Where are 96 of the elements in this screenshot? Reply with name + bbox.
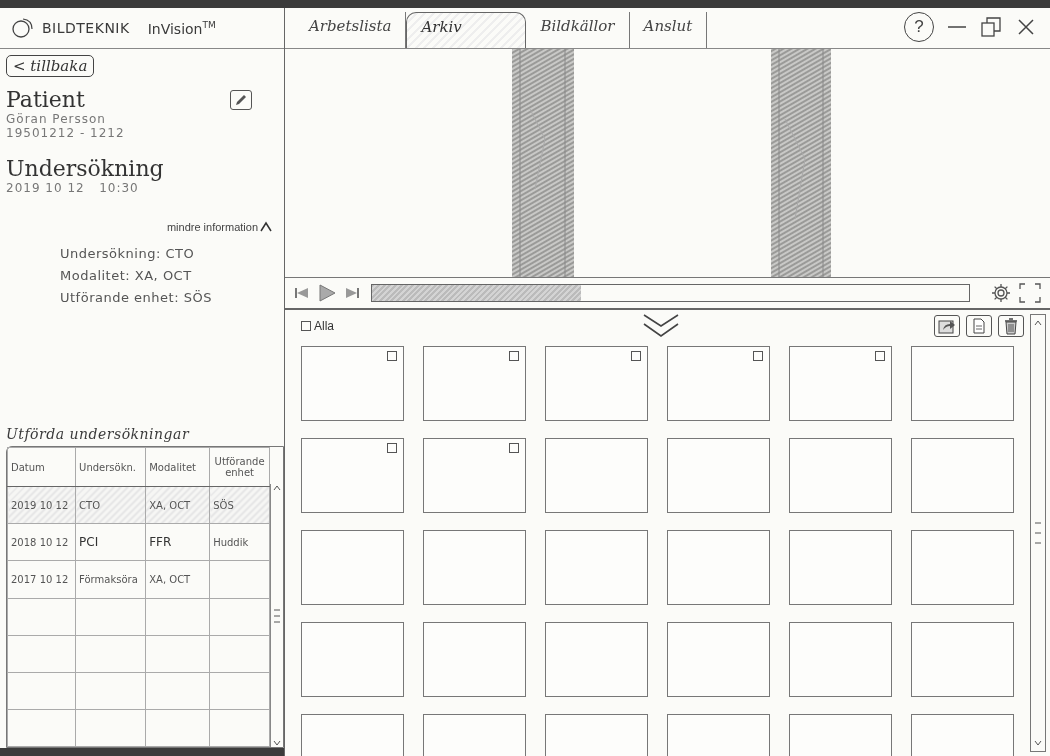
document-button[interactable] xyxy=(966,315,992,337)
next-icon xyxy=(343,286,361,300)
fullscreen-button[interactable] xyxy=(1018,282,1042,304)
thumbnail[interactable] xyxy=(789,346,892,421)
table-row[interactable]: 2019 10 12 CTO XA, OCT SÖS xyxy=(7,486,270,524)
restore-icon xyxy=(980,16,1002,38)
scroll-down-icon[interactable] xyxy=(272,739,282,747)
section-title: Utförda undersökningar xyxy=(6,426,191,442)
close-icon xyxy=(1016,17,1036,37)
table-cell: 2018 10 12 xyxy=(7,523,76,561)
table-row[interactable]: 2018 10 12 PCI FFR Huddik xyxy=(7,523,270,561)
thumbnail-checkbox[interactable] xyxy=(875,351,885,361)
thumbnail[interactable] xyxy=(423,346,526,421)
play-button[interactable] xyxy=(317,283,337,303)
thumbnail[interactable] xyxy=(301,530,404,605)
column-header: Datum xyxy=(7,447,76,487)
thumbnail[interactable] xyxy=(301,438,404,513)
thumbnail[interactable] xyxy=(911,438,1014,513)
thumbnail-checkbox[interactable] xyxy=(753,351,763,361)
back-button[interactable]: < tillbaka xyxy=(6,55,95,77)
previous-button[interactable] xyxy=(293,286,311,300)
thumbnail[interactable] xyxy=(789,438,892,513)
thumbnail[interactable] xyxy=(423,622,526,697)
thumbnail-checkbox[interactable] xyxy=(387,351,397,361)
table-cell: XA, OCT xyxy=(145,560,210,599)
thumbnail[interactable] xyxy=(545,622,648,697)
next-button[interactable] xyxy=(343,286,361,300)
examination-datetime: 2019 10 12 10:30 xyxy=(6,181,140,195)
thumbnail[interactable] xyxy=(545,530,648,605)
collapse-button[interactable] xyxy=(641,312,681,340)
close-button[interactable] xyxy=(1016,17,1036,37)
fullscreen-icon xyxy=(1018,282,1042,304)
column-header: Undersökn. xyxy=(75,447,146,487)
previous-icon xyxy=(293,286,311,300)
column-header: Utförande enhet xyxy=(209,447,270,487)
trash-button[interactable] xyxy=(998,315,1024,337)
thumbnail[interactable] xyxy=(667,346,770,421)
thumbnail-checkbox[interactable] xyxy=(387,443,397,453)
brand-name: BILDTEKNIK xyxy=(42,20,130,36)
detail-line: Undersökning: CTO xyxy=(60,245,196,263)
patient-name: Göran Persson xyxy=(6,112,107,126)
table-cell: Förmaksöra xyxy=(75,560,146,599)
logo-icon xyxy=(10,17,36,39)
pencil-icon xyxy=(234,92,248,107)
play-icon xyxy=(317,283,337,303)
detail-line: Modalitet: XA, OCT xyxy=(60,267,193,285)
scroll-up-icon[interactable] xyxy=(272,484,282,492)
less-info-toggle[interactable]: mindre information xyxy=(166,221,272,233)
thumbnail[interactable] xyxy=(911,346,1014,421)
thumbnail[interactable] xyxy=(423,438,526,513)
tab[interactable]: Arkiv xyxy=(406,12,527,48)
column-header: Modalitet xyxy=(145,447,210,487)
restore-button[interactable] xyxy=(980,16,1002,38)
thumbnail[interactable] xyxy=(911,622,1014,697)
thumbnail[interactable] xyxy=(667,530,770,605)
thumbnail[interactable] xyxy=(545,438,648,513)
document-icon xyxy=(972,318,986,334)
table-cell: FFR xyxy=(145,523,210,561)
table-cell: 2017 10 12 xyxy=(7,560,76,599)
table-cell: PCI xyxy=(75,523,146,561)
edit-button[interactable] xyxy=(230,89,252,110)
tab[interactable]: Bildkällor xyxy=(526,12,630,48)
export-button[interactable] xyxy=(934,315,960,337)
double-chevron-icon xyxy=(641,312,681,340)
table-cell: Huddik xyxy=(209,523,270,561)
settings-icon xyxy=(990,282,1012,304)
table-row[interactable]: 2017 10 12 Förmaksöra XA, OCT xyxy=(7,560,270,599)
detail-line: Utförande enhet: SÖS xyxy=(60,289,213,307)
thumbnail[interactable] xyxy=(301,622,404,697)
table-cell: XA, OCT xyxy=(145,486,210,524)
thumbnail[interactable] xyxy=(789,622,892,697)
thumbnail-checkbox[interactable] xyxy=(631,351,641,361)
table-cell: CTO xyxy=(75,486,146,524)
thumbnail[interactable] xyxy=(911,530,1014,605)
thumbnail[interactable] xyxy=(301,346,404,421)
settings-button[interactable] xyxy=(990,282,1012,304)
thumbnail[interactable] xyxy=(667,622,770,697)
thumbnail[interactable] xyxy=(789,530,892,605)
trash-icon xyxy=(1004,317,1018,335)
select-all-checkbox[interactable]: Alla xyxy=(301,319,334,333)
scroll-down-icon[interactable] xyxy=(1033,739,1043,747)
export-icon xyxy=(938,318,956,334)
minimize-icon xyxy=(948,26,966,28)
patient-heading: Patient xyxy=(6,87,85,112)
examination-heading: Undersökning xyxy=(6,156,165,181)
table-cell: SÖS xyxy=(209,486,270,524)
thumbnail-checkbox[interactable] xyxy=(509,443,519,453)
thumbnail[interactable] xyxy=(545,346,648,421)
product-name: InVision$^{TM}$ xyxy=(147,19,216,37)
scroll-up-icon[interactable] xyxy=(1033,319,1043,327)
thumbnail-checkbox[interactable] xyxy=(509,351,519,361)
tab[interactable]: Anslut xyxy=(629,12,708,48)
patient-id: 19501212 - 1212 xyxy=(6,126,126,140)
thumbnail[interactable] xyxy=(423,530,526,605)
thumbnail[interactable] xyxy=(667,438,770,513)
table-cell: 2019 10 12 xyxy=(7,486,76,524)
